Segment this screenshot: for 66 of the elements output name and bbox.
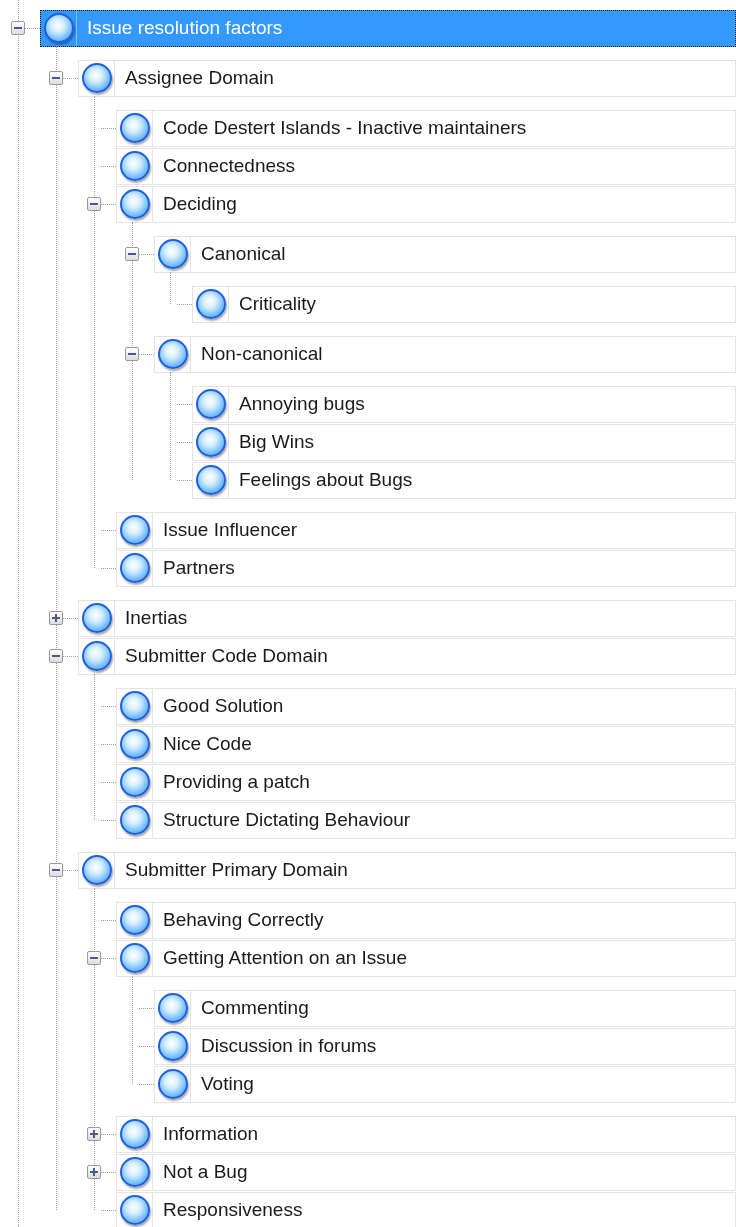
- node-label: Voting: [200, 1071, 254, 1096]
- node-label: Providing a patch: [162, 769, 310, 794]
- tree-row[interactable]: Nice Code: [116, 725, 736, 763]
- node-label: Behaving Correctly: [162, 907, 324, 932]
- node-label: Issue Influencer: [162, 517, 298, 542]
- tree-toggle[interactable]: [49, 649, 63, 663]
- tree-row[interactable]: Responsiveness: [116, 1191, 736, 1227]
- tree-row[interactable]: Assignee Domain: [78, 59, 736, 97]
- tree-row[interactable]: Partners: [116, 549, 736, 587]
- node-label: Getting Attention on an Issue: [162, 945, 407, 970]
- node-label: Deciding: [162, 191, 237, 216]
- tree-toggle[interactable]: [11, 21, 25, 35]
- node-label: Submitter Code Domain: [124, 643, 328, 668]
- node-label: Good Solution: [162, 693, 284, 718]
- tree-row[interactable]: Getting Attention on an Issue: [116, 939, 736, 977]
- node-label: Connectedness: [162, 153, 296, 178]
- node-label: Assignee Domain: [124, 65, 274, 90]
- tree-row[interactable]: Good Solution: [116, 687, 736, 725]
- node-label: Discussion in forums: [200, 1033, 377, 1058]
- tree-toggle[interactable]: [125, 247, 139, 261]
- node-label: Annoying bugs: [238, 391, 365, 416]
- tree-row[interactable]: Behaving Correctly: [116, 901, 736, 939]
- tree-row[interactable]: Big Wins: [192, 423, 736, 461]
- tree-row[interactable]: Issue Influencer: [116, 511, 736, 549]
- node-label: Non-canonical: [200, 341, 323, 366]
- tree-toggle[interactable]: [87, 1127, 101, 1141]
- node-label: Information: [162, 1121, 259, 1146]
- tree-row[interactable]: Commenting: [154, 989, 736, 1027]
- tree-row[interactable]: Submitter Primary Domain: [78, 851, 736, 889]
- node-label: Submitter Primary Domain: [124, 857, 348, 882]
- tree-row[interactable]: Code Destert Islands - Inactive maintainers: [116, 109, 736, 147]
- tree-row[interactable]: Feelings about Bugs: [192, 461, 736, 499]
- tree-toggle[interactable]: [49, 71, 63, 85]
- tree-row[interactable]: Submitter Code Domain: [78, 637, 736, 675]
- tree-row[interactable]: Information: [116, 1115, 736, 1153]
- node-label: Nice Code: [162, 731, 252, 756]
- tree-row[interactable]: Discussion in forums: [154, 1027, 736, 1065]
- tree-row[interactable]: Non-canonical: [154, 335, 736, 373]
- tree-row[interactable]: Providing a patch: [116, 763, 736, 801]
- node-label: Commenting: [200, 995, 309, 1020]
- tree-toggle[interactable]: [87, 951, 101, 965]
- tree-row[interactable]: Inertias: [78, 599, 736, 637]
- node-label: Structure Dictating Behaviour: [162, 807, 411, 832]
- tree-row[interactable]: Voting: [154, 1065, 736, 1103]
- tree-row[interactable]: Not a Bug: [116, 1153, 736, 1191]
- tree-row[interactable]: Connectedness: [116, 147, 736, 185]
- node-label: Inertias: [124, 605, 188, 630]
- node-label: Partners: [162, 555, 235, 580]
- tree-toggle[interactable]: [125, 347, 139, 361]
- tree-row[interactable]: Canonical: [154, 235, 736, 273]
- tree-toggle[interactable]: [87, 197, 101, 211]
- tree-toggle[interactable]: [49, 611, 63, 625]
- node-label: Responsiveness: [162, 1197, 303, 1222]
- node-label: Code Destert Islands - Inactive maintainers: [162, 115, 527, 140]
- tree-row[interactable]: Criticality: [192, 285, 736, 323]
- node-label: Big Wins: [238, 429, 314, 454]
- tree-row[interactable]: Annoying bugs: [192, 385, 736, 423]
- node-label: Issue resolution factors: [86, 15, 283, 40]
- node-label: Canonical: [200, 241, 286, 266]
- node-label: Not a Bug: [162, 1159, 248, 1184]
- tree-row[interactable]: Structure Dictating Behaviour: [116, 801, 736, 839]
- tree-toggle[interactable]: [49, 863, 63, 877]
- tree-row[interactable]: Deciding: [116, 185, 736, 223]
- node-label: Criticality: [238, 291, 317, 316]
- node-label: Feelings about Bugs: [238, 467, 413, 492]
- tree-toggle[interactable]: [87, 1165, 101, 1179]
